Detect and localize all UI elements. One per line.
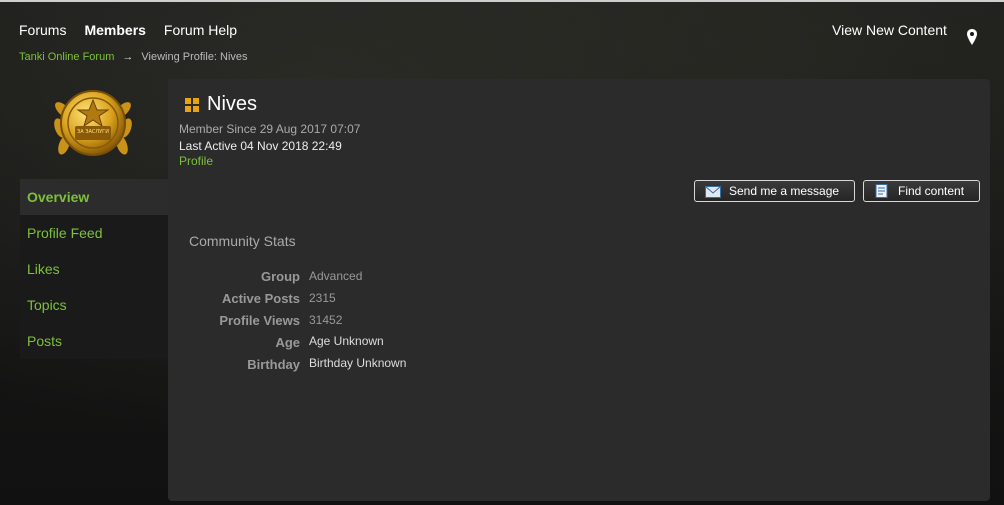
profile-link[interactable]: Profile (179, 154, 213, 168)
profile-name: Nives (207, 93, 258, 115)
nav-forums[interactable]: Forums (19, 22, 66, 38)
grid-icon (185, 97, 199, 112)
breadcrumb-separator: → (122, 51, 134, 63)
envelope-icon (705, 186, 721, 198)
stat-label: Profile Views (219, 313, 300, 328)
stat-row-profile-views: Profile Views 31452 (168, 313, 568, 335)
stat-label: Active Posts (221, 291, 300, 306)
breadcrumb: Tanki Online Forum → Viewing Profile: Ni… (19, 51, 248, 63)
stat-row-group: Group Advanced (168, 269, 568, 291)
profile-sidebar: Overview Profile Feed Likes Topics Posts (20, 179, 168, 359)
top-border (0, 0, 1004, 2)
sidebar-item-topics[interactable]: Topics (20, 287, 168, 323)
top-navigation: Forums Members Forum Help (19, 22, 237, 38)
nav-members[interactable]: Members (84, 22, 145, 38)
profile-title-row: Nives (185, 93, 257, 116)
community-stats-title: Community Stats (189, 233, 296, 249)
stat-label: Group (261, 269, 300, 284)
send-message-button[interactable]: Send me a message (694, 180, 855, 202)
breadcrumb-home-link[interactable]: Tanki Online Forum (19, 51, 114, 63)
stat-value: 31452 (309, 313, 343, 327)
document-icon (875, 184, 888, 198)
stat-value: 2315 (309, 291, 336, 305)
profile-panel: Nives Member Since 29 Aug 2017 07:07 Las… (168, 79, 990, 501)
view-new-content-link[interactable]: View New Content (832, 22, 947, 38)
stat-row-age: Age Age Unknown (168, 334, 568, 357)
stat-value: Advanced (309, 269, 363, 283)
send-message-label: Send me a message (729, 184, 840, 198)
stat-value: Age Unknown (309, 334, 384, 348)
find-content-label: Find content (898, 184, 965, 198)
stat-label: Birthday (247, 357, 300, 372)
badge-text: ЗА ЗАСЛУГИ (77, 129, 109, 135)
breadcrumb-current: Viewing Profile: Nives (141, 51, 248, 63)
stat-value: Birthday Unknown (309, 356, 407, 370)
gold-laurel-badge-icon: ЗА ЗАСЛУГИ (54, 90, 132, 156)
stat-label: Age (275, 335, 300, 350)
sidebar-item-overview[interactable]: Overview (20, 179, 168, 215)
sidebar-item-likes[interactable]: Likes (20, 251, 168, 287)
nav-forum-help[interactable]: Forum Help (164, 22, 237, 38)
stat-row-birthday: Birthday Birthday Unknown (168, 356, 568, 379)
map-pin-icon[interactable] (966, 29, 978, 45)
last-active: Last Active 04 Nov 2018 22:49 (179, 139, 342, 153)
find-content-button[interactable]: Find content (863, 180, 980, 202)
member-since: Member Since 29 Aug 2017 07:07 (179, 122, 361, 136)
stat-row-active-posts: Active Posts 2315 (168, 291, 568, 313)
sidebar-item-posts[interactable]: Posts (20, 323, 168, 359)
sidebar-item-profile-feed[interactable]: Profile Feed (20, 215, 168, 251)
